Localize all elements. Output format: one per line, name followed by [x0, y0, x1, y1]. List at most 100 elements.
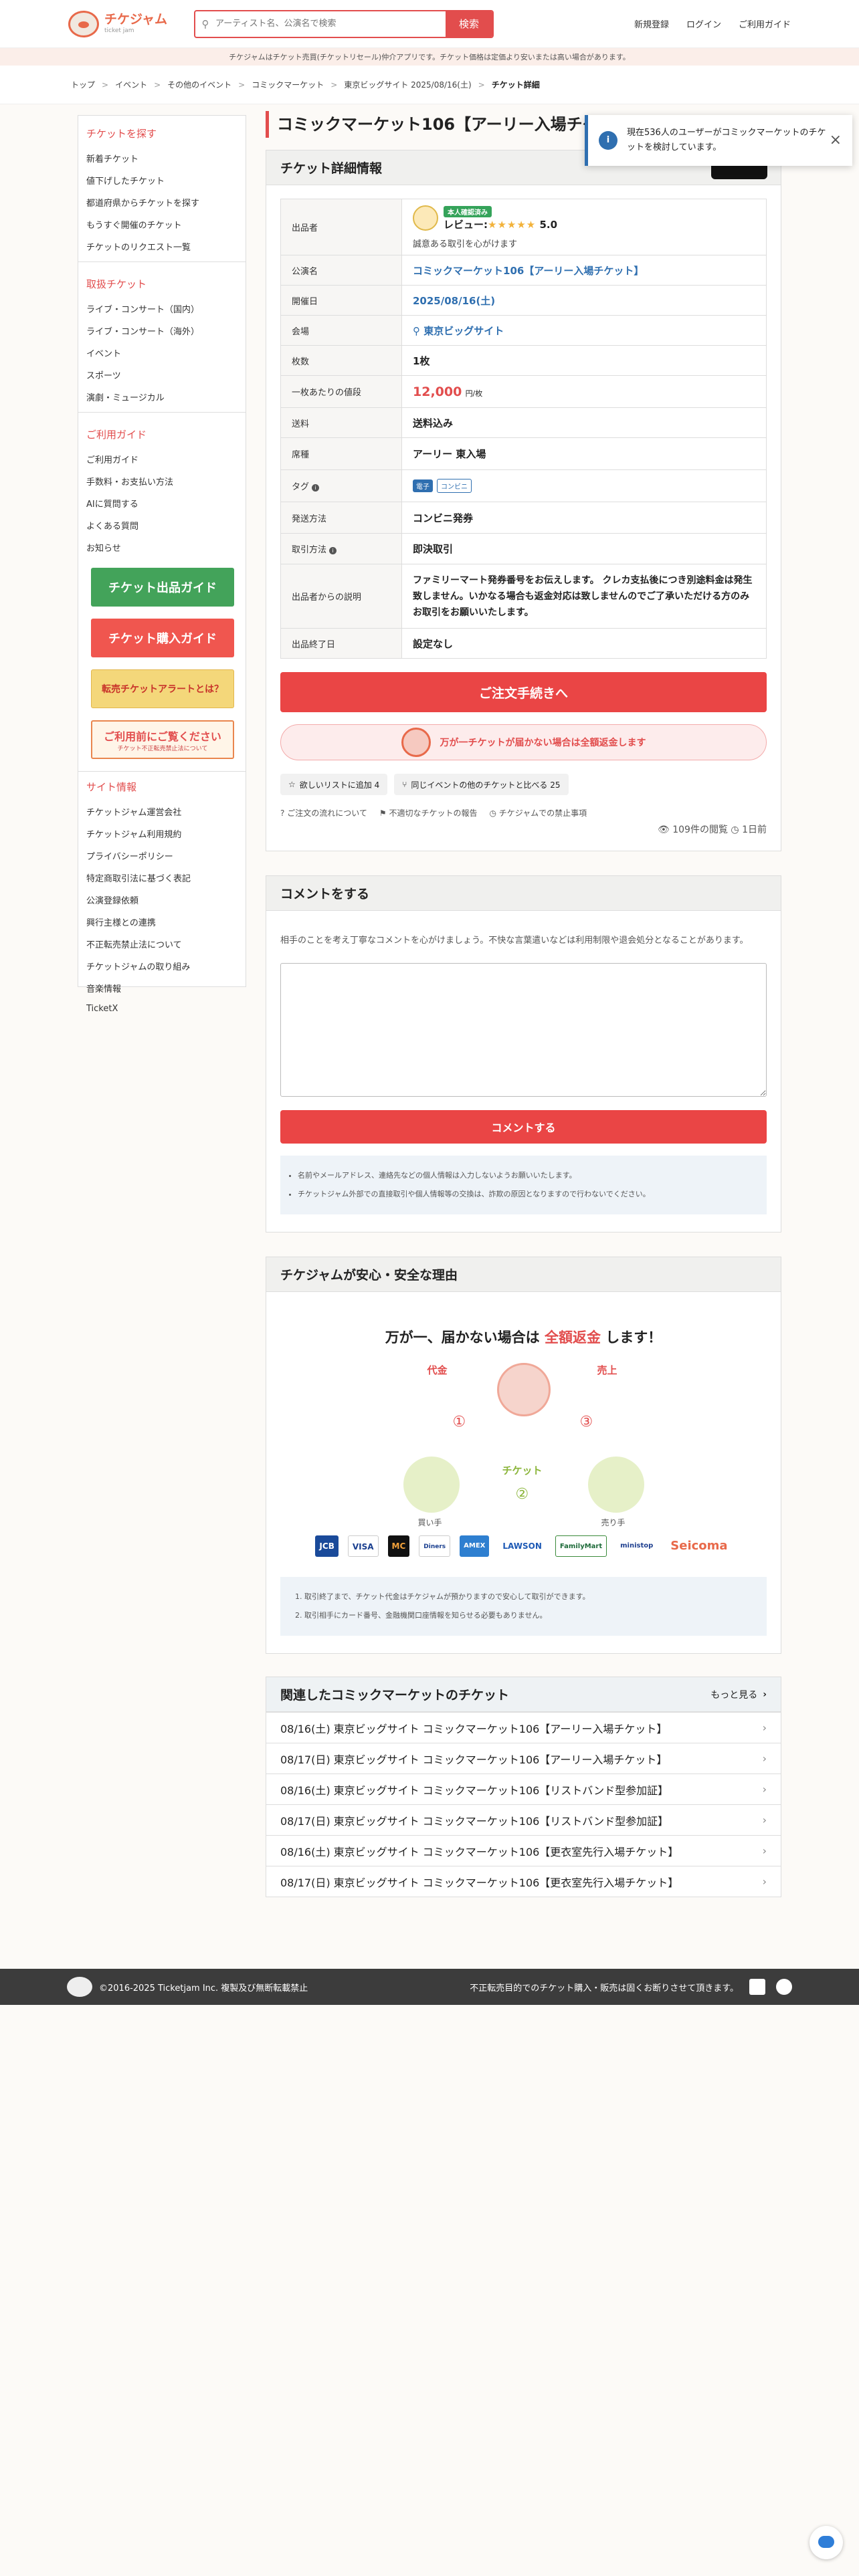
crumb-venue-date[interactable]: 東京ビッグサイト 2025/08/16(土)	[344, 79, 471, 90]
view-stats: 👁 109件の閲覧 ◷ 1日前	[266, 823, 767, 836]
venue-cell[interactable]: ⚲ 東京ビッグサイト	[401, 315, 767, 346]
seller-info[interactable]: 本人確認済み レビュー:★★★★★ 5.0	[413, 205, 755, 231]
crumb-comiket[interactable]: コミックマーケット	[252, 79, 324, 90]
sidebar-item-live-overseas[interactable]: ライブ・コンサート（海外）	[78, 320, 246, 342]
compare-button[interactable]: ⑂ 同じイベントの他のチケットと比べる 25	[394, 774, 569, 795]
crumb-event[interactable]: イベント	[115, 79, 147, 90]
step-3-icon: ③	[579, 1414, 593, 1430]
list-item[interactable]: 08/16(土) 東京ビッグサイト コミックマーケット106【アーリー入場チケッ…	[266, 1712, 781, 1743]
question-icon: ?	[280, 809, 285, 818]
sidebar-item-sports[interactable]: スポーツ	[78, 364, 246, 386]
compare-icon: ⑂	[402, 780, 407, 789]
divider	[78, 771, 246, 772]
sidebar-item-prefecture[interactable]: 都道府県からチケットを探す	[78, 191, 246, 213]
signup-link[interactable]: 新規登録	[634, 17, 669, 30]
sidebar-item-terms[interactable]: チケットジャム利用規約	[78, 823, 246, 845]
sidebar-item-upcoming[interactable]: もうすぐ開催のチケット	[78, 213, 246, 235]
buy-guide-banner[interactable]: チケット購入ガイド	[91, 619, 234, 657]
verified-badge: 本人確認済み	[444, 205, 492, 217]
info-icon: i	[599, 131, 617, 150]
event-name-link[interactable]: コミックマーケット106【アーリー入場チケット】	[401, 255, 767, 286]
wishlist-button[interactable]: ☆ 欲しいリストに追加 4	[280, 774, 388, 795]
more-link[interactable]: もっと見る	[710, 1688, 757, 1701]
site-logo[interactable]: チケジャム ticket jam	[68, 10, 189, 37]
sidebar-item-register[interactable]: 公演登録依頼	[78, 889, 246, 911]
sidebar-item-music[interactable]: 音楽情報	[78, 977, 246, 999]
search-input[interactable]	[215, 11, 446, 37]
label-seat: 席種	[280, 437, 402, 470]
comment-textarea[interactable]	[280, 963, 767, 1097]
eye-icon: 👁	[657, 825, 670, 835]
sidebar-item-requests[interactable]: チケットのリクエスト一覧	[78, 235, 246, 257]
list-item[interactable]: 08/16(土) 東京ビッグサイト コミックマーケット106【リストバンド型参加…	[266, 1774, 781, 1804]
sidebar-item-fees[interactable]: 手数料・お支払い方法	[78, 470, 246, 492]
sidebar-item-company[interactable]: チケットジャム運営会社	[78, 800, 246, 823]
info-icon[interactable]: i	[329, 547, 337, 554]
law-banner[interactable]: ご利用前にご覧ください チケット不正転売禁止法について	[91, 720, 234, 759]
label-shipping: 送料	[280, 407, 402, 438]
event-date-link[interactable]: 2025/08/16(土)	[401, 285, 767, 316]
sidebar-item-guide[interactable]: ご利用ガイド	[78, 448, 246, 470]
list-item[interactable]: 08/16(土) 東京ビッグサイト コミックマーケット106【更衣室先行入場チケ…	[266, 1835, 781, 1866]
sidebar-item-news[interactable]: お知らせ	[78, 536, 246, 558]
crumb-top[interactable]: トップ	[71, 79, 95, 90]
logo-sub: ticket jam	[104, 27, 134, 34]
info-icon[interactable]: i	[312, 484, 320, 492]
sidebar-item-promoter[interactable]: 興行主様との連携	[78, 911, 246, 933]
footer: ©2016-2025 Ticketjam Inc. 複製及び無断転載禁止 不正転…	[0, 1969, 859, 2005]
guarantee-banner[interactable]: 万が一チケットが届かない場合は全額返金します	[280, 724, 767, 760]
sidebar-item-new[interactable]: 新着チケット	[78, 147, 246, 169]
header: チケジャムticket jam ⚲ 検索 新規登録 ログイン ご利用ガイド	[0, 0, 859, 48]
view-count: 109件の閲覧	[672, 825, 728, 835]
sidebar-item-privacy[interactable]: プライバシーポリシー	[78, 845, 246, 867]
order-flow-link[interactable]: ? ご注文の流れについて	[280, 807, 367, 819]
footer-logo-icon[interactable]	[67, 1977, 92, 1997]
facebook-icon[interactable]	[749, 1979, 765, 1995]
footer-copyright: ©2016-2025 Ticketjam Inc. 複製及び無断転載禁止	[99, 1983, 308, 1994]
sidebar-item-law[interactable]: 不正転売禁止法について	[78, 933, 246, 955]
prohibited-link[interactable]: ◷ チケジャムでの禁止事項	[489, 807, 587, 819]
price-cell: 12,000 円/枚	[401, 375, 767, 408]
sidebar-item-live-domestic[interactable]: ライブ・コンサート（国内）	[78, 298, 246, 320]
sidebar-item-tokusho[interactable]: 特定商取引法に基づく表記	[78, 867, 246, 889]
sidebar-item-faq[interactable]: よくある質問	[78, 514, 246, 536]
tag-convenience[interactable]: コンビニ	[437, 479, 472, 493]
comment-submit-button[interactable]: コメントする	[280, 1110, 767, 1144]
table-row: 席種 アーリー 東入場	[280, 437, 767, 470]
sidebar-item-efforts[interactable]: チケットジャムの取り組み	[78, 955, 246, 977]
search-icon: ⚲	[201, 17, 209, 30]
sidebar-item-theater[interactable]: 演劇・ミュージカル	[78, 386, 246, 408]
tag-digital[interactable]: 電子	[413, 479, 433, 492]
list-item[interactable]: 08/17(日) 東京ビッグサイト コミックマーケット106【アーリー入場チケッ…	[266, 1743, 781, 1774]
chat-support-icon[interactable]	[809, 2526, 843, 2559]
sidebar-item-ai[interactable]: AIに質問する	[78, 492, 246, 514]
order-button[interactable]: ご注文手続きへ	[280, 672, 767, 712]
safety-heading: チケジャムが安心・安全な理由	[266, 1257, 781, 1292]
sidebar-item-discount[interactable]: 値下げしたチケット	[78, 169, 246, 191]
sell-guide-banner[interactable]: チケット出品ガイド	[91, 568, 234, 607]
safety-sub-pre: 万が一、届かない場合は	[385, 1329, 545, 1346]
crumb-other[interactable]: その他のイベント	[167, 79, 231, 90]
star-icon: ☆	[288, 780, 296, 789]
close-icon[interactable]: ×	[830, 133, 842, 148]
crumb-sep: >	[102, 80, 109, 90]
list-item[interactable]: 08/17(日) 東京ビッグサイト コミックマーケット106【更衣室先行入場チケ…	[266, 1866, 781, 1897]
visa-logo: VISA	[347, 1535, 379, 1557]
login-link[interactable]: ログイン	[686, 17, 721, 30]
list-item[interactable]: 08/17(日) 東京ビッグサイト コミックマーケット106【リストバンド型参加…	[266, 1804, 781, 1835]
chevron-right-icon: ›	[762, 1814, 767, 1826]
sidebar-item-event[interactable]: イベント	[78, 342, 246, 364]
sidebar-item-ticketx[interactable]: TicketX	[78, 999, 246, 1021]
chevron-right-icon: ›	[762, 1875, 767, 1888]
guide-link[interactable]: ご利用ガイド	[739, 17, 791, 30]
search-button[interactable]: 検索	[446, 11, 492, 37]
alert-banner[interactable]: 転売チケットアラートとは？	[91, 669, 234, 708]
related-item-label: 08/16(土) 東京ビッグサイト コミックマーケット106【更衣室先行入場チケ…	[280, 1845, 679, 1858]
crumb-current: チケット詳細	[491, 80, 540, 90]
seicomart-logo: Seicoma	[670, 1539, 728, 1553]
notice-bar: チケジャムはチケット売買(チケットリセール)仲介アプリです。チケット価格は定価よ…	[0, 48, 859, 66]
report-link[interactable]: ⚑ 不適切なチケットの報告	[379, 807, 478, 819]
twitter-icon[interactable]	[776, 1979, 792, 1995]
label-tags: タグ i	[280, 469, 402, 502]
seller-cell: 本人確認済み レビュー:★★★★★ 5.0 誠意ある取引を心がけます	[401, 199, 767, 255]
